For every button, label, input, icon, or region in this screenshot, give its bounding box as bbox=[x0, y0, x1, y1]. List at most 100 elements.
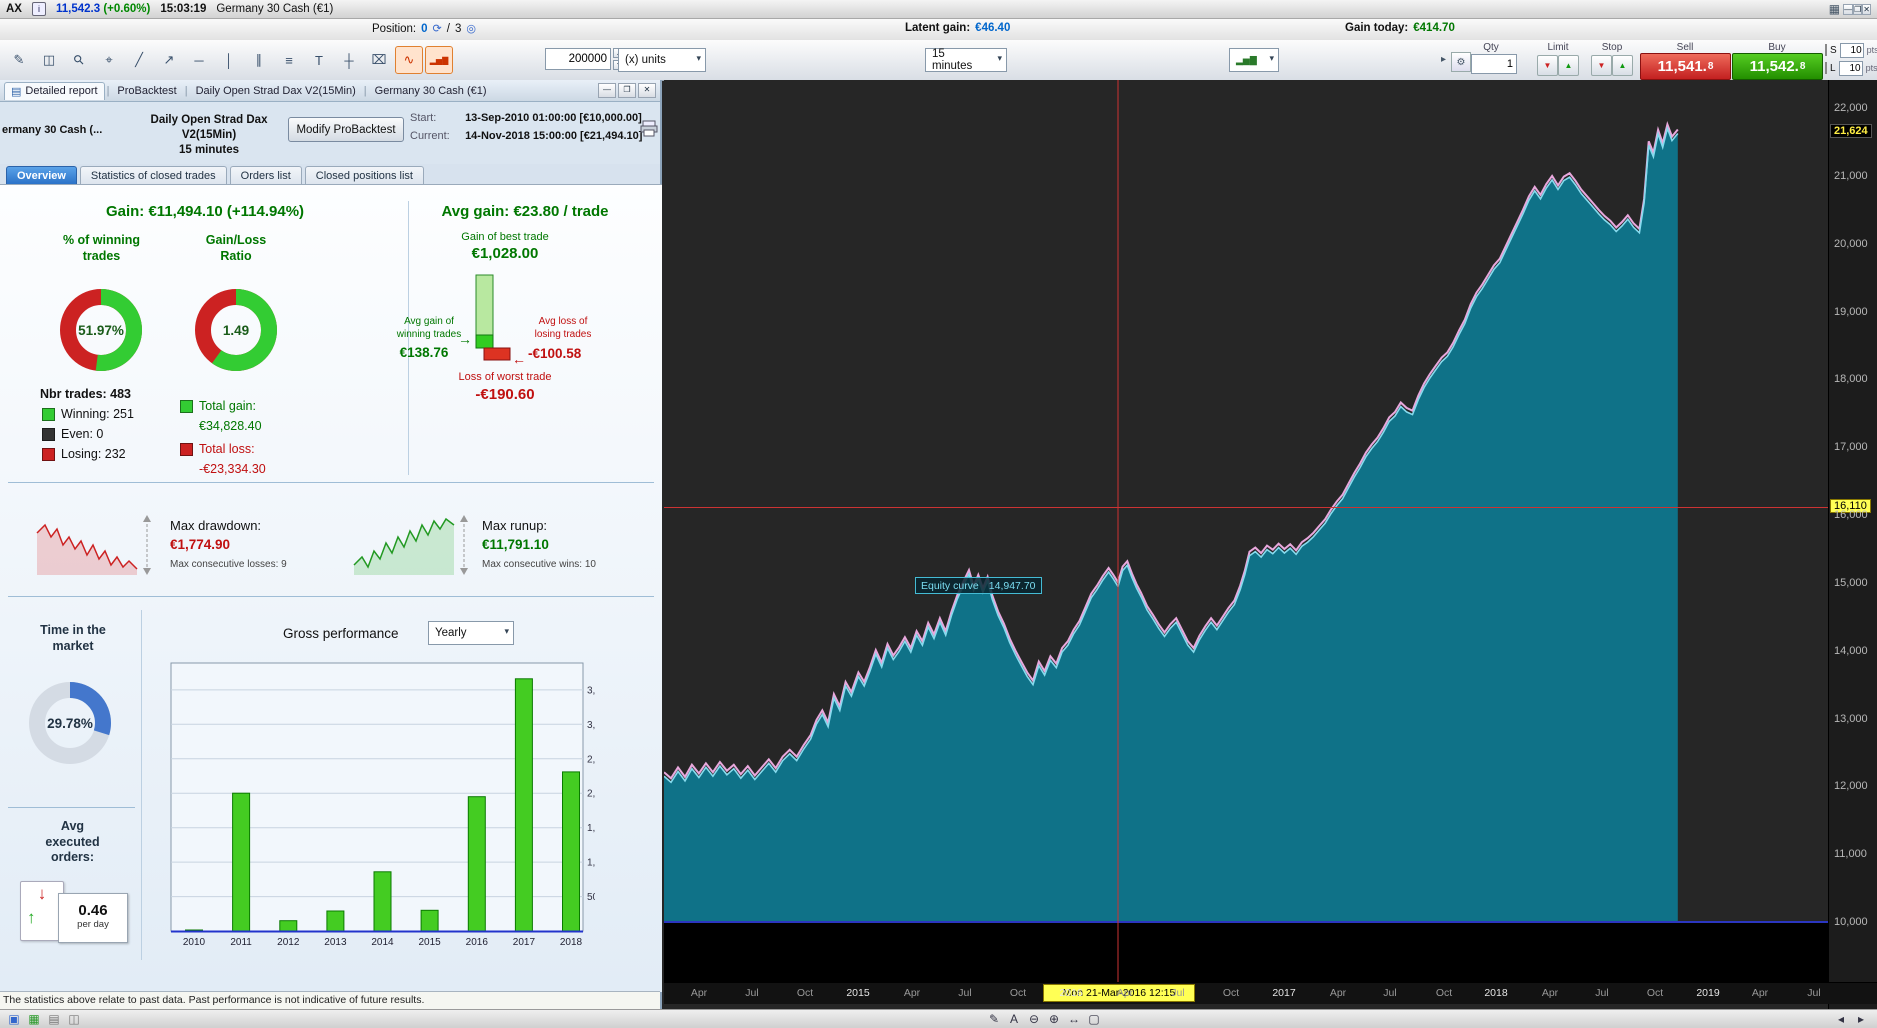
fibonacci-tool-icon[interactable]: ≡ bbox=[275, 46, 303, 74]
legend-label: Winning: 251 bbox=[61, 407, 134, 421]
best-trade-label: Gain of best trade bbox=[461, 231, 549, 243]
quantity-input[interactable] bbox=[545, 48, 611, 70]
qty-column-label: Qty bbox=[1483, 42, 1499, 53]
x-axis-label: 2017 bbox=[1272, 987, 1296, 999]
timeframe-select[interactable]: 15 minutes bbox=[925, 48, 1007, 72]
window-tab[interactable]: Germany 30 Cash (€1) bbox=[369, 83, 493, 99]
x-axis-label: Jul bbox=[745, 987, 759, 999]
scroll-right-icon[interactable]: ▸ bbox=[1851, 1012, 1871, 1026]
limit-points-input[interactable] bbox=[1838, 60, 1863, 76]
zoom-tool-icon[interactable]: ⚲ bbox=[59, 40, 99, 80]
refresh-icon[interactable]: ⟳ bbox=[433, 22, 442, 35]
stop-sell-button[interactable]: ▼ bbox=[1591, 55, 1612, 76]
equity-x-axis[interactable]: Mon 21-Mar-2016 12:15 Apr Jul Oct 2015 Apr Ju… bbox=[664, 982, 1877, 1004]
vline-tool-icon[interactable]: │ bbox=[215, 46, 243, 74]
limit-checkbox[interactable] bbox=[1825, 62, 1827, 74]
window-icon[interactable]: ▣ bbox=[4, 1012, 24, 1026]
equity-y-axis[interactable]: 21,624 16,110 22,000 21,000 20,000 19,000 18… bbox=[1828, 80, 1877, 1009]
stop-points-input[interactable] bbox=[1839, 42, 1864, 58]
zoom-out-icon[interactable]: ⊖ bbox=[1024, 1012, 1044, 1026]
svg-text:2018: 2018 bbox=[560, 937, 583, 948]
total-gain-label: Total gain: bbox=[199, 399, 256, 413]
segment-tool-icon[interactable]: ╱ bbox=[125, 46, 153, 74]
legend-item: Losing: 232 bbox=[42, 447, 134, 461]
gain-today-label: Gain today: bbox=[1345, 22, 1409, 34]
maximize-button[interactable]: ❐ bbox=[1853, 3, 1863, 15]
tooltip-label: Equity curve bbox=[921, 579, 979, 592]
drawdown-sparkline-icon bbox=[36, 515, 151, 575]
svg-text:500: 500 bbox=[587, 892, 595, 903]
minimize-button[interactable]: — bbox=[1843, 3, 1854, 15]
position-label: Position: bbox=[372, 22, 417, 35]
units-select[interactable]: (x) units bbox=[618, 48, 706, 72]
equity-chart-window[interactable]: 21,624 16,110 22,000 21,000 20,000 19,000 18… bbox=[664, 80, 1877, 1009]
x-axis-label: 2019 bbox=[1696, 987, 1720, 999]
layout-grid-icon[interactable]: ▦ bbox=[1829, 2, 1840, 16]
y-axis-label: 11,000 bbox=[1834, 848, 1867, 860]
app-title: AX bbox=[6, 3, 22, 15]
stop-checkbox[interactable] bbox=[1825, 44, 1827, 56]
close-button[interactable]: ✕ bbox=[1862, 3, 1871, 15]
scroll-left-icon[interactable]: ◂ bbox=[1831, 1012, 1851, 1026]
maximize-button[interactable]: ❐ bbox=[618, 83, 636, 98]
avg-win-value: €138.76 bbox=[399, 345, 449, 360]
current-label: Current: bbox=[410, 129, 450, 142]
parallel-lines-tool-icon[interactable]: ∥ bbox=[245, 46, 273, 74]
chart-window-icon[interactable]: ▦ bbox=[24, 1012, 44, 1026]
stop-buy-button[interactable]: ▲ bbox=[1612, 55, 1633, 76]
legend-item: Even: 0 bbox=[42, 427, 134, 441]
hline-tool-icon[interactable]: ─ bbox=[185, 46, 213, 74]
order-settings-icon[interactable]: ⚙ bbox=[1451, 52, 1471, 72]
zoom-in-icon[interactable]: ⊕ bbox=[1044, 1012, 1064, 1026]
total-loss-label: Total loss: bbox=[199, 442, 255, 456]
gross-performance-period-select[interactable]: Yearly bbox=[428, 621, 514, 645]
modify-probacktest-button[interactable]: Modify ProBacktest bbox=[288, 117, 404, 142]
statusbar-right-icons: ✎ A ⊖ ⊕ ↔ ▢ bbox=[984, 1012, 1104, 1026]
svg-text:2,500: 2,500 bbox=[587, 754, 595, 765]
cross-tool-icon[interactable]: ┼ bbox=[335, 46, 363, 74]
delete-tool-icon[interactable]: ⌧ bbox=[365, 46, 393, 74]
statusbar-left-icons: ▣ ▦ ▤ ◫ bbox=[4, 1012, 84, 1026]
minimize-button[interactable]: — bbox=[598, 83, 616, 98]
tab-orders-list[interactable]: Orders list bbox=[229, 166, 302, 184]
text-label-icon[interactable]: A bbox=[1004, 1012, 1024, 1026]
tab-statistics-of-closed-trades[interactable]: Statistics of closed trades bbox=[79, 166, 227, 184]
x-axis-label: Apr bbox=[1751, 987, 1769, 999]
info-icon[interactable]: i bbox=[31, 2, 46, 16]
sell-button[interactable]: 11,541. 8 bbox=[1640, 53, 1731, 80]
chart-type-select[interactable]: ▂▅▇ bbox=[1229, 48, 1279, 72]
text-tool-icon[interactable]: T bbox=[305, 46, 333, 74]
fullscreen-icon[interactable]: ▢ bbox=[1084, 1012, 1104, 1026]
panel-expander-icon[interactable]: ▸ bbox=[1441, 54, 1446, 65]
time-in-market-donut: 29.78% bbox=[24, 677, 116, 769]
target-icon[interactable]: ◎ bbox=[466, 22, 476, 35]
tab-separator: | bbox=[184, 84, 188, 97]
pan-icon[interactable]: ↔ bbox=[1064, 1012, 1084, 1026]
pencil-tool-icon[interactable]: ✎ bbox=[5, 46, 33, 74]
tab-overview[interactable]: Overview bbox=[6, 166, 77, 184]
annotate-pencil-icon[interactable]: ✎ bbox=[984, 1012, 1004, 1026]
layout-icon[interactable]: ◫ bbox=[64, 1012, 84, 1026]
gain-today-value: €414.70 bbox=[1413, 22, 1455, 34]
crosshair-tool-icon[interactable]: ⌖ bbox=[95, 46, 123, 74]
printer-icon[interactable] bbox=[640, 120, 658, 140]
order-qty-input[interactable] bbox=[1471, 54, 1517, 74]
chart-type-icon: ▂▅▇ bbox=[1236, 54, 1257, 65]
window-tab[interactable]: ▤ Detailed report bbox=[4, 81, 105, 100]
x-axis-label: Apr bbox=[1116, 987, 1134, 999]
probacktest-curve-icon[interactable]: ∿ bbox=[395, 46, 423, 74]
tab-closed-positions-list[interactable]: Closed positions list bbox=[304, 166, 424, 184]
close-button[interactable]: ✕ bbox=[638, 83, 656, 98]
buy-button[interactable]: 11,542. 8 bbox=[1732, 53, 1823, 80]
eraser-tool-icon[interactable]: ◫ bbox=[35, 46, 63, 74]
window-tab[interactable]: ProBacktest bbox=[111, 83, 182, 99]
limit-sell-button[interactable]: ▼ bbox=[1537, 55, 1558, 76]
window-tab[interactable]: Daily Open Strad Dax V2(15Min) bbox=[190, 83, 362, 99]
document-icon: ▤ bbox=[11, 85, 22, 98]
ray-tool-icon[interactable]: ↗ bbox=[155, 46, 183, 74]
instrument-name: Germany 30 Cash (€1) bbox=[216, 3, 334, 15]
probacktest-bars-icon[interactable]: ▂▅▇ bbox=[425, 46, 453, 74]
limit-buy-button[interactable]: ▲ bbox=[1558, 55, 1579, 76]
list-window-icon[interactable]: ▤ bbox=[44, 1012, 64, 1026]
y-axis-label: 10,000 bbox=[1834, 916, 1868, 928]
